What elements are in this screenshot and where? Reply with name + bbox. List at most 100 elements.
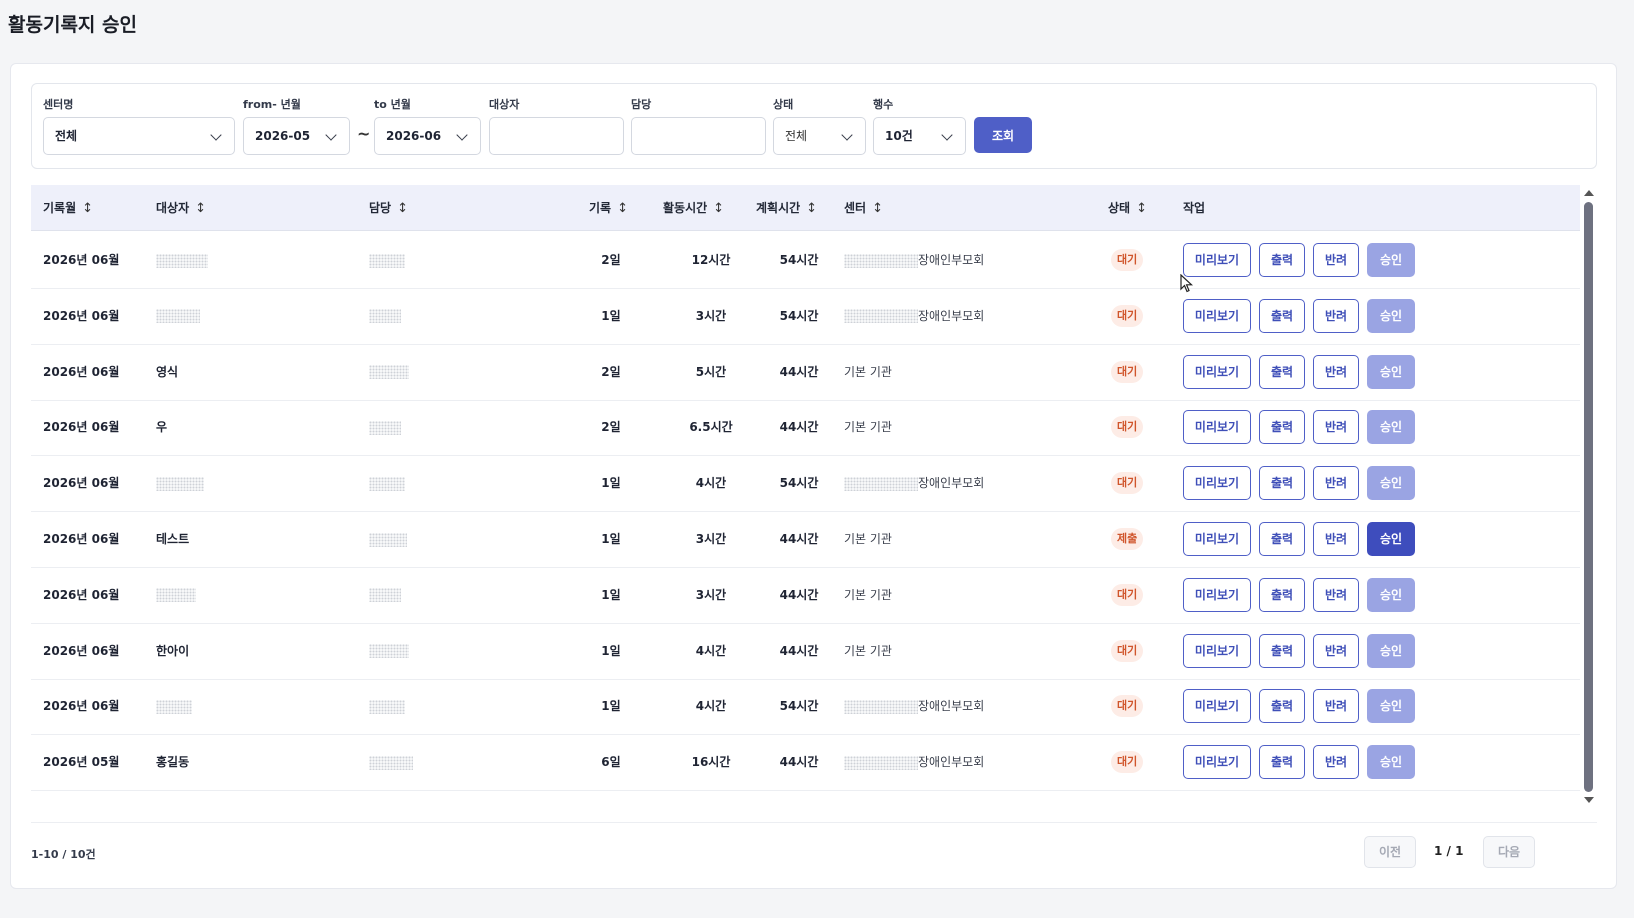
cell-target-text: 영식 bbox=[156, 364, 179, 379]
reject-button[interactable]: 반려 bbox=[1313, 745, 1359, 780]
cell-plan-hours: 54시간 bbox=[779, 476, 819, 491]
cell-center-text: 기본 기관 bbox=[844, 532, 892, 546]
approve-button[interactable]: 승인 bbox=[1367, 354, 1415, 389]
cell-center: 기본 기관 bbox=[844, 398, 892, 456]
preview-button[interactable]: 미리보기 bbox=[1183, 689, 1251, 724]
table-row: 2026년 05월 홍길동 6일 16시간 44시간 장애인부모회 대기 미리보기 출력 반려 승인 bbox=[31, 733, 1580, 792]
print-button[interactable]: 출력 bbox=[1259, 410, 1305, 445]
filter-manager-label: 담당 bbox=[631, 98, 652, 111]
reject-button[interactable]: 반려 bbox=[1313, 466, 1359, 501]
prev-page-button[interactable]: 이전 bbox=[1364, 836, 1416, 868]
print-button[interactable]: 출력 bbox=[1259, 522, 1305, 556]
reject-button[interactable]: 반려 bbox=[1313, 522, 1359, 556]
cell-target: 우 bbox=[156, 398, 167, 456]
reject-button[interactable]: 반려 bbox=[1313, 633, 1359, 668]
header-manager[interactable]: 담당 ↕ bbox=[369, 185, 408, 231]
preview-button[interactable]: 미리보기 bbox=[1183, 298, 1251, 333]
cell-center-text: 장애인부모회 bbox=[918, 253, 985, 267]
cell-manager bbox=[369, 733, 413, 791]
sort-icon: ↕ bbox=[872, 201, 883, 216]
approve-button[interactable]: 승인 bbox=[1367, 577, 1415, 612]
center-select[interactable]: 전체 bbox=[43, 117, 235, 155]
chevron-down-icon bbox=[941, 129, 953, 141]
approve-button[interactable]: 승인 bbox=[1367, 522, 1415, 556]
status-select-value: 전체 bbox=[785, 129, 808, 143]
preview-button[interactable]: 미리보기 bbox=[1183, 745, 1251, 780]
preview-button[interactable]: 미리보기 bbox=[1183, 633, 1251, 668]
filter-center-label: 센터명 bbox=[43, 98, 74, 111]
manager-input[interactable] bbox=[631, 117, 766, 155]
preview-button[interactable]: 미리보기 bbox=[1183, 243, 1251, 277]
filter-to-label: to 년월 bbox=[374, 98, 411, 111]
header-plan[interactable]: 계획시간 ↕ bbox=[756, 185, 817, 231]
header-month-label: 기록월 bbox=[43, 201, 77, 215]
approve-button[interactable]: 승인 bbox=[1367, 689, 1415, 724]
reject-button[interactable]: 반려 bbox=[1313, 410, 1359, 445]
status-badge: 대기 bbox=[1111, 583, 1144, 606]
header-activity[interactable]: 활동시간 ↕ bbox=[663, 185, 724, 231]
cell-center: 장애인부모회 bbox=[844, 287, 984, 345]
cell-days: 2일 bbox=[601, 420, 621, 435]
header-target[interactable]: 대상자 ↕ bbox=[156, 185, 206, 231]
cell-center: 장애인부모회 bbox=[844, 231, 984, 289]
print-button[interactable]: 출력 bbox=[1259, 298, 1305, 333]
page-title: 활동기록지 승인 bbox=[8, 14, 137, 36]
cell-month: 2026년 06월 bbox=[43, 308, 120, 323]
filter-bar: 센터명 전체 from- 년월 2026-05 ~ to 년월 2026-06 … bbox=[31, 83, 1597, 169]
target-input[interactable] bbox=[489, 117, 624, 155]
print-button[interactable]: 출력 bbox=[1259, 745, 1305, 780]
table-header: 기록월 ↕ 대상자 ↕ 담당 ↕ 기록 ↕ 활동시간 ↕ 계획시간 ↕ 센터 ↕ 상태 ↕ 작업 bbox=[31, 185, 1580, 231]
cell-center-text: 기본 기관 bbox=[844, 364, 892, 379]
next-page-button[interactable]: 다음 bbox=[1483, 836, 1535, 868]
print-button[interactable]: 출력 bbox=[1259, 689, 1305, 724]
preview-button[interactable]: 미리보기 bbox=[1183, 466, 1251, 501]
preview-button[interactable]: 미리보기 bbox=[1183, 522, 1251, 556]
redacted-block bbox=[369, 699, 405, 714]
reject-button[interactable]: 반려 bbox=[1313, 577, 1359, 612]
reject-button[interactable]: 반려 bbox=[1313, 243, 1359, 277]
print-button[interactable]: 출력 bbox=[1259, 354, 1305, 389]
table-row: 2026년 06월 1일 3시간 54시간 장애인부모회 대기 미리보기 출력 반려 승인 bbox=[31, 287, 1580, 345]
reject-button[interactable]: 반려 bbox=[1313, 298, 1359, 333]
cell-plan-hours: 44시간 bbox=[779, 755, 819, 770]
to-month-select[interactable]: 2026-06 bbox=[374, 117, 481, 155]
rows-select[interactable]: 10건 bbox=[873, 117, 966, 155]
redacted-block bbox=[844, 755, 918, 770]
approve-button[interactable]: 승인 bbox=[1367, 298, 1415, 333]
reject-button[interactable]: 반려 bbox=[1313, 354, 1359, 389]
print-button[interactable]: 출력 bbox=[1259, 633, 1305, 668]
reject-button[interactable]: 반려 bbox=[1313, 689, 1359, 724]
preview-button[interactable]: 미리보기 bbox=[1183, 577, 1251, 612]
scroll-up-icon[interactable] bbox=[1584, 190, 1594, 196]
vertical-scrollbar[interactable] bbox=[1580, 185, 1597, 807]
cell-month: 2026년 06월 bbox=[43, 532, 120, 546]
preview-button[interactable]: 미리보기 bbox=[1183, 410, 1251, 445]
approve-button[interactable]: 승인 bbox=[1367, 466, 1415, 501]
approve-button[interactable]: 승인 bbox=[1367, 633, 1415, 668]
approve-button[interactable]: 승인 bbox=[1367, 745, 1415, 780]
sort-icon: ↕ bbox=[195, 201, 207, 216]
approve-button[interactable]: 승인 bbox=[1367, 410, 1415, 445]
status-badge: 대기 bbox=[1111, 304, 1144, 327]
header-center[interactable]: 센터 ↕ bbox=[844, 185, 883, 231]
redacted-block bbox=[369, 253, 405, 268]
scroll-down-icon[interactable] bbox=[1584, 797, 1594, 803]
header-manager-label: 담당 bbox=[369, 201, 392, 215]
print-button[interactable]: 출력 bbox=[1259, 243, 1305, 277]
sort-icon: ↕ bbox=[713, 201, 725, 216]
print-button[interactable]: 출력 bbox=[1259, 466, 1305, 501]
header-status[interactable]: 상태 ↕ bbox=[1108, 185, 1147, 231]
search-button[interactable]: 조회 bbox=[974, 117, 1032, 153]
status-select[interactable]: 전체 bbox=[773, 117, 866, 155]
approve-button[interactable]: 승인 bbox=[1367, 243, 1415, 277]
cell-target: 영식 bbox=[156, 343, 178, 401]
from-month-select[interactable]: 2026-05 bbox=[243, 117, 350, 155]
scroll-thumb[interactable] bbox=[1584, 202, 1593, 792]
header-days[interactable]: 기록 ↕ bbox=[589, 185, 628, 231]
print-button[interactable]: 출력 bbox=[1259, 577, 1305, 612]
cell-manager bbox=[369, 343, 409, 401]
preview-button[interactable]: 미리보기 bbox=[1183, 354, 1251, 389]
sort-icon: ↕ bbox=[397, 201, 408, 216]
header-month[interactable]: 기록월 ↕ bbox=[43, 185, 93, 231]
status-badge: 대기 bbox=[1111, 472, 1144, 495]
